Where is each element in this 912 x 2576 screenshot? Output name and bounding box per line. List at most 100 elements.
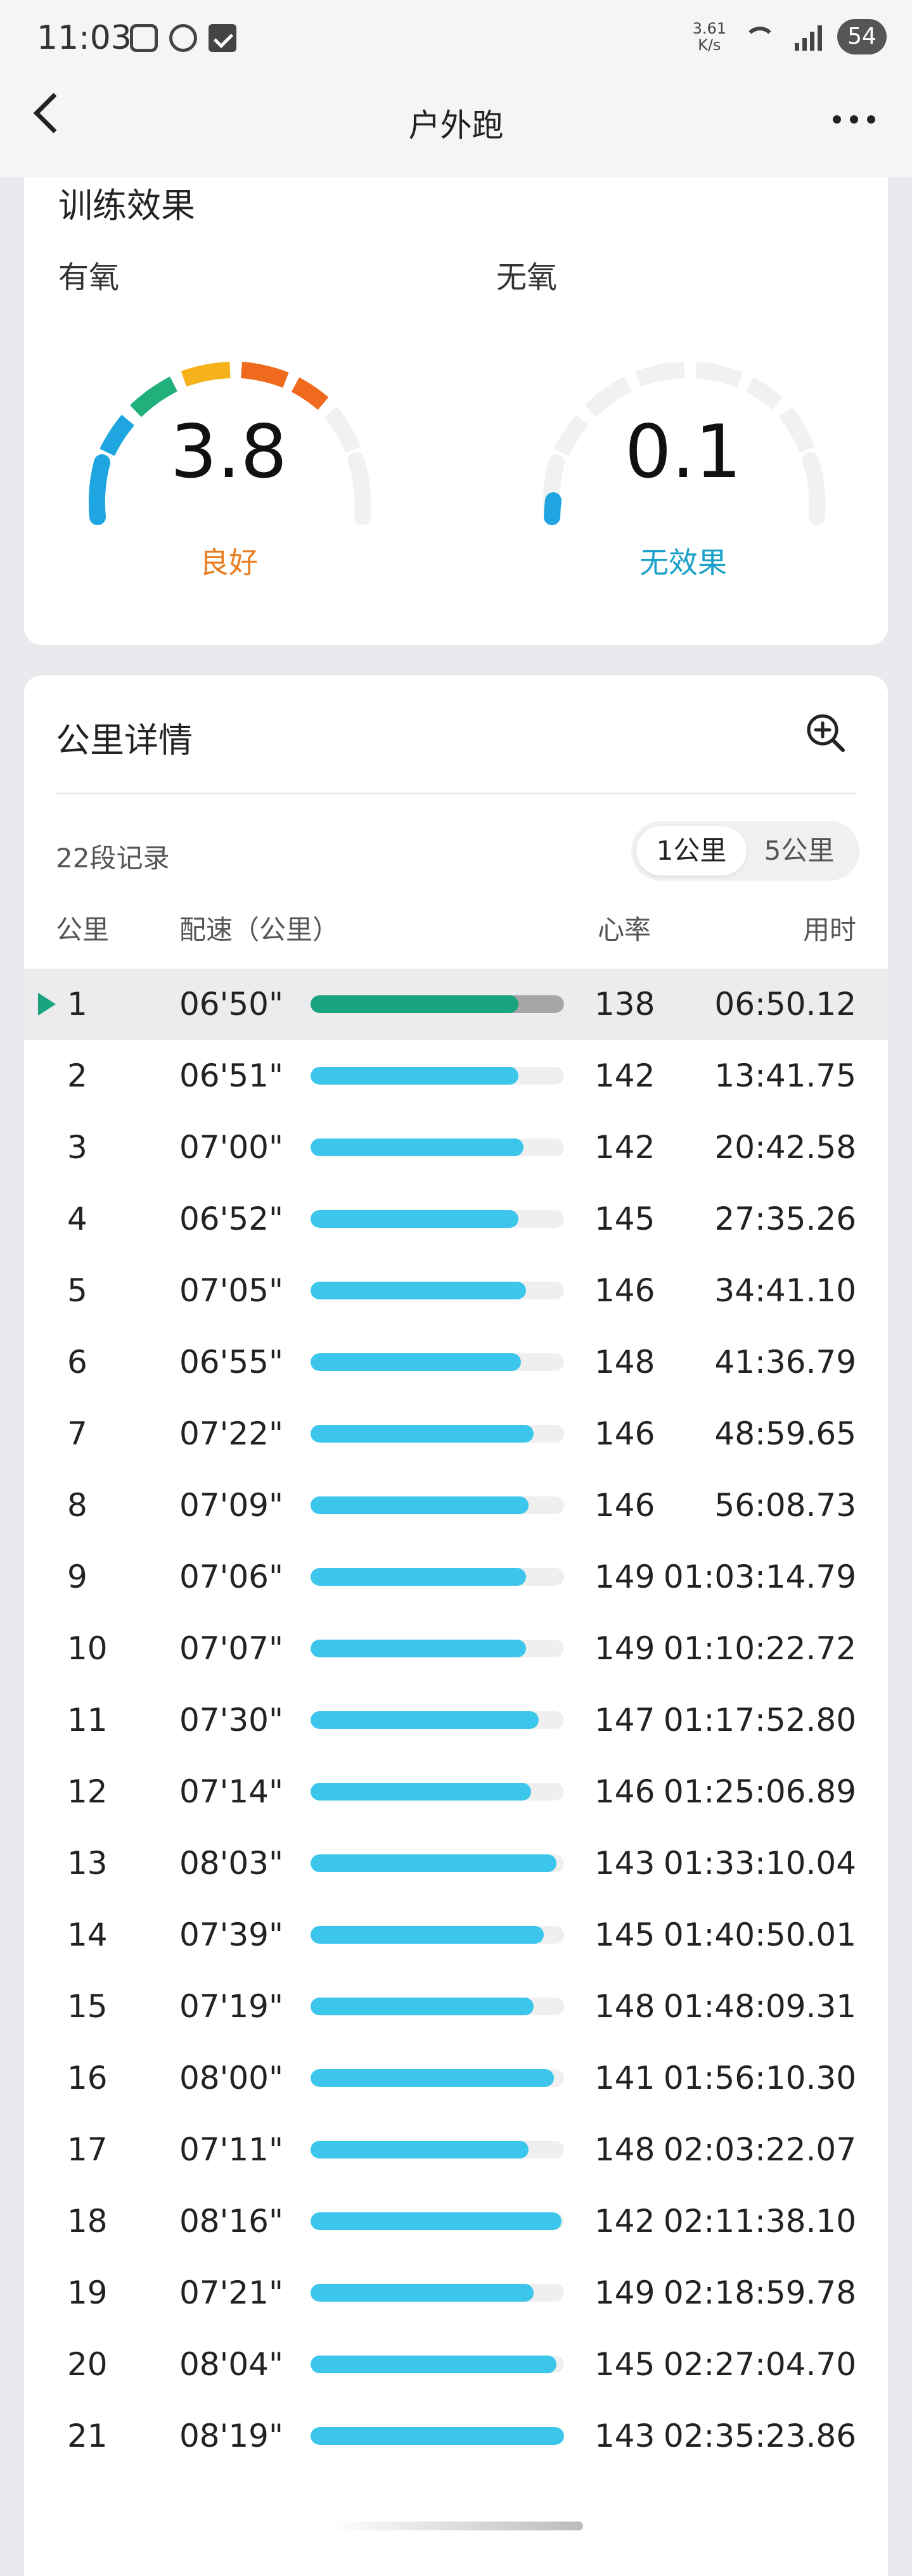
km-row[interactable]: 11 07'30" 147 01:17:52.80 bbox=[24, 1685, 888, 1756]
km-row[interactable]: 21 08'19" 143 02:35:23.86 bbox=[24, 2401, 888, 2472]
km-row[interactable]: 10 07'07" 149 01:10:22.72 bbox=[24, 1613, 888, 1685]
km-elapsed-time: 01:56:10.30 bbox=[663, 2060, 856, 2096]
km-row[interactable]: 12 07'14" 146 01:25:06.89 bbox=[24, 1756, 888, 1828]
status-bar: 11:03 3.61 K/s 54 bbox=[0, 0, 912, 76]
wifi-icon bbox=[742, 22, 780, 52]
pace-bar-fill bbox=[311, 2141, 529, 2158]
toggle-5km[interactable]: 5公里 bbox=[744, 826, 854, 876]
km-heart-rate: 146 bbox=[594, 1773, 655, 1810]
status-time: 11:03 bbox=[37, 19, 132, 57]
home-indicator[interactable] bbox=[330, 2522, 583, 2530]
km-heart-rate: 149 bbox=[594, 1630, 655, 1667]
pace-bar-fill bbox=[311, 1067, 518, 1085]
km-number: 15 bbox=[67, 1988, 108, 2025]
checkbox-icon bbox=[209, 24, 236, 52]
km-row[interactable]: 3 07'00" 142 20:42.58 bbox=[24, 1112, 888, 1183]
km-pace: 07'22" bbox=[179, 1415, 283, 1452]
km-row[interactable]: 8 07'09" 146 56:08.73 bbox=[24, 1470, 888, 1541]
km-pace: 06'55" bbox=[179, 1344, 283, 1380]
km-heart-rate: 149 bbox=[594, 2274, 655, 2311]
km-details-title: 公里详情 bbox=[56, 720, 193, 760]
km-pace: 08'00" bbox=[179, 2060, 283, 2096]
pace-bar bbox=[311, 995, 564, 1013]
more-options-icon[interactable] bbox=[833, 115, 875, 124]
km-row[interactable]: 17 07'11" 148 02:03:22.07 bbox=[24, 2114, 888, 2186]
pace-bar-fill bbox=[311, 1783, 531, 1801]
hourglass-icon bbox=[169, 24, 197, 52]
km-row[interactable]: 6 06'55" 148 41:36.79 bbox=[24, 1327, 888, 1398]
km-row[interactable]: 7 07'22" 146 48:59.65 bbox=[24, 1398, 888, 1470]
km-pace: 07'00" bbox=[179, 1129, 283, 1166]
km-number: 8 bbox=[67, 1487, 87, 1524]
pace-bar-fill bbox=[311, 1568, 526, 1586]
km-elapsed-time: 06:50.12 bbox=[714, 986, 856, 1023]
km-number: 2 bbox=[67, 1057, 87, 1094]
zoom-in-icon[interactable] bbox=[805, 712, 845, 753]
km-details-card: 公里详情 22段记录 1公里 5公里 公里 配速（公里） 心率 用时 1 06'5… bbox=[24, 675, 888, 2576]
km-pace: 08'19" bbox=[179, 2418, 283, 2454]
km-pace: 07'11" bbox=[179, 2131, 283, 2168]
segment-toggle: 1公里 5公里 bbox=[631, 821, 859, 881]
pace-bar-fill bbox=[311, 2356, 556, 2373]
km-row[interactable]: 4 06'52" 145 27:35.26 bbox=[24, 1183, 888, 1255]
anaerobic-status: 无效果 bbox=[639, 545, 727, 580]
km-row[interactable]: 19 07'21" 149 02:18:59.78 bbox=[24, 2257, 888, 2329]
km-row[interactable]: 15 07'19" 148 01:48:09.31 bbox=[24, 1971, 888, 2043]
pace-bar bbox=[311, 1067, 564, 1085]
training-effect-title: 训练效果 bbox=[58, 186, 195, 226]
network-speed: 3.61 K/s bbox=[693, 20, 726, 53]
battery-indicator: 54 bbox=[837, 19, 887, 54]
km-elapsed-time: 48:59.65 bbox=[714, 1415, 856, 1452]
km-row[interactable]: 5 07'05" 146 34:41.10 bbox=[24, 1255, 888, 1327]
km-row[interactable]: 14 07'39" 145 01:40:50.01 bbox=[24, 1899, 888, 1971]
pace-bar-fill bbox=[311, 1998, 534, 2015]
km-row[interactable]: 13 08'03" 143 01:33:10.04 bbox=[24, 1828, 888, 1899]
km-pace: 07'09" bbox=[179, 1487, 283, 1524]
km-elapsed-time: 02:35:23.86 bbox=[663, 2418, 856, 2454]
km-number: 18 bbox=[67, 2203, 108, 2240]
km-heart-rate: 145 bbox=[594, 1916, 655, 1953]
km-elapsed-time: 01:17:52.80 bbox=[663, 1702, 856, 1738]
network-speed-unit: K/s bbox=[698, 36, 721, 54]
km-row[interactable]: 2 06'51" 142 13:41.75 bbox=[24, 1040, 888, 1112]
km-number: 12 bbox=[67, 1773, 108, 1810]
toggle-1km[interactable]: 1公里 bbox=[636, 826, 747, 876]
km-number: 7 bbox=[67, 1415, 87, 1452]
km-number: 14 bbox=[67, 1916, 108, 1953]
column-header-time: 用时 bbox=[802, 914, 856, 945]
km-elapsed-time: 20:42.58 bbox=[714, 1129, 856, 1166]
pace-bar-fill bbox=[311, 2069, 554, 2087]
km-pace: 07'19" bbox=[179, 1988, 283, 2025]
km-elapsed-time: 02:18:59.78 bbox=[663, 2274, 856, 2311]
km-heart-rate: 146 bbox=[594, 1487, 655, 1524]
km-row[interactable]: 1 06'50" 138 06:50.12 bbox=[24, 969, 888, 1040]
km-row[interactable]: 20 08'04" 145 02:27:04.70 bbox=[24, 2329, 888, 2401]
pace-bar-fill bbox=[311, 1282, 526, 1299]
pace-bar bbox=[311, 1711, 564, 1729]
km-number: 16 bbox=[67, 2060, 108, 2096]
status-notification-icons bbox=[130, 24, 236, 52]
km-elapsed-time: 01:25:06.89 bbox=[663, 1773, 856, 1810]
signal-icon bbox=[795, 23, 822, 51]
aerobic-label: 有氧 bbox=[58, 260, 120, 295]
km-number: 21 bbox=[67, 2418, 108, 2454]
page-title: 户外跑 bbox=[408, 107, 504, 144]
km-row[interactable]: 9 07'06" 149 01:03:14.79 bbox=[24, 1541, 888, 1613]
km-number: 20 bbox=[67, 2346, 108, 2383]
km-elapsed-time: 01:03:14.79 bbox=[663, 1559, 856, 1595]
anaerobic-value: 0.1 bbox=[624, 409, 742, 495]
km-number: 9 bbox=[67, 1559, 87, 1595]
pace-bar bbox=[311, 2141, 564, 2158]
km-pace: 07'30" bbox=[179, 1702, 283, 1738]
pace-bar bbox=[311, 1425, 564, 1443]
play-marker-icon bbox=[38, 993, 56, 1016]
km-row[interactable]: 16 08'00" 141 01:56:10.30 bbox=[24, 2043, 888, 2114]
pace-bar bbox=[311, 2356, 564, 2373]
km-pace: 08'04" bbox=[179, 2346, 283, 2383]
pace-bar bbox=[311, 2212, 564, 2230]
column-header-hr: 心率 bbox=[598, 914, 652, 945]
km-pace: 07'14" bbox=[179, 1773, 283, 1810]
km-row[interactable]: 18 08'16" 142 02:11:38.10 bbox=[24, 2186, 888, 2257]
km-number: 3 bbox=[67, 1129, 87, 1166]
pace-bar-fill bbox=[311, 1854, 556, 1872]
